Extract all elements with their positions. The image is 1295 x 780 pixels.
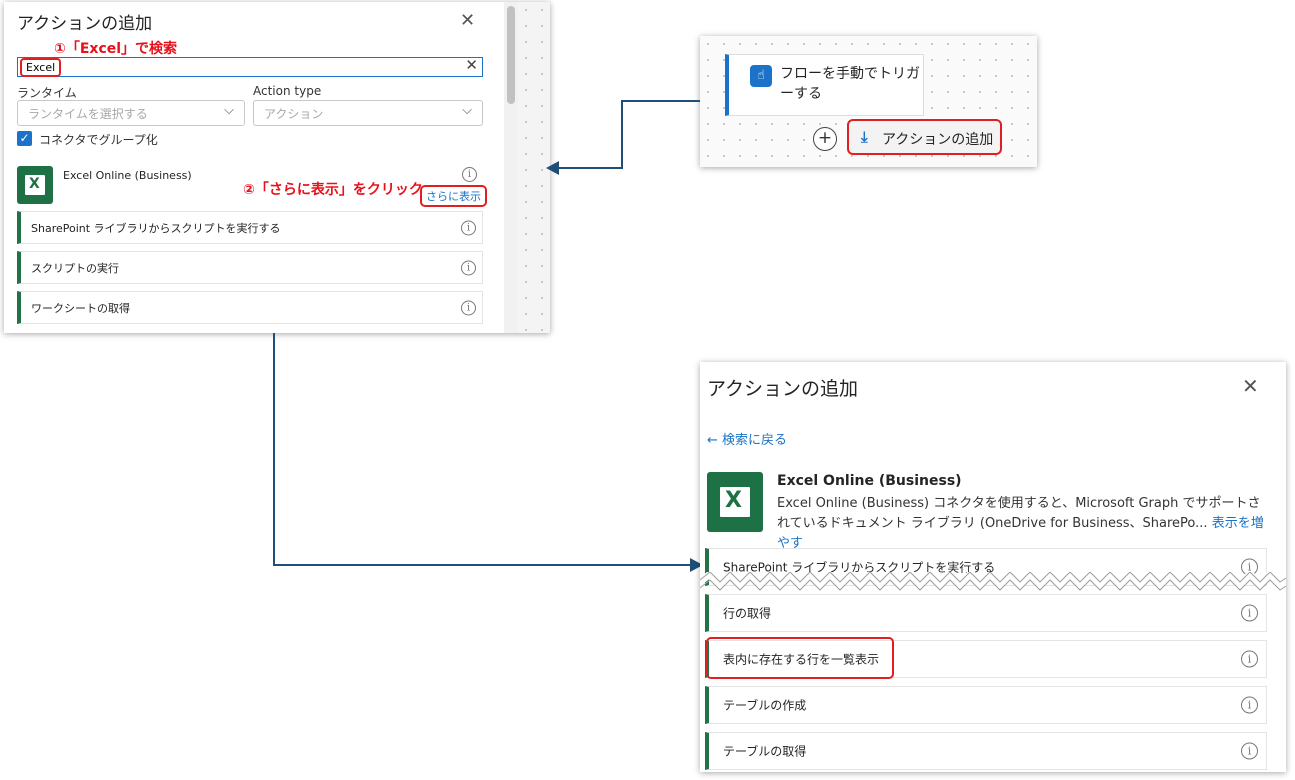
arrow-line bbox=[273, 564, 691, 566]
arrow-line bbox=[621, 100, 623, 169]
close-icon[interactable]: ✕ bbox=[460, 10, 475, 31]
info-icon[interactable]: i bbox=[1241, 696, 1258, 714]
arrow-line bbox=[556, 167, 623, 169]
annotation-search-step: ①「Excel」で検索 bbox=[54, 41, 178, 57]
clear-search-icon[interactable]: ✕ bbox=[465, 56, 478, 74]
action-row-get-tables[interactable]: テーブルの取得 i bbox=[705, 732, 1267, 770]
action-label: スクリプトの実行 bbox=[31, 261, 119, 275]
group-by-connector-checkbox[interactable]: ✓ bbox=[17, 131, 32, 146]
runtime-dropdown[interactable]: ランタイムを選択する ⌵ bbox=[17, 100, 245, 126]
info-icon[interactable]: i bbox=[1241, 650, 1258, 668]
info-icon[interactable]: i bbox=[462, 167, 477, 182]
panel-title: アクションの追加 bbox=[17, 14, 153, 34]
action-label: SharePoint ライブラリからスクリプトを実行する bbox=[31, 221, 281, 235]
add-action-label: アクションの追加 bbox=[882, 132, 994, 148]
insert-action-icon: ⤓ bbox=[861, 128, 868, 146]
connector-name: Excel Online (Business) bbox=[63, 169, 192, 182]
back-to-search-link[interactable]: ← 検索に戻る bbox=[707, 429, 787, 448]
connector-description-text: Excel Online (Business) コネクタを使用すると、Micro… bbox=[777, 496, 1261, 531]
runtime-label: ランタイム bbox=[17, 86, 77, 100]
manual-trigger-icon: ☝ bbox=[750, 65, 772, 87]
scrollbar-thumb[interactable] bbox=[507, 6, 515, 104]
runtime-placeholder: ランタイムを選択する bbox=[28, 107, 148, 121]
arrow-line bbox=[273, 333, 275, 566]
action-row-get-rows[interactable]: 行の取得 i bbox=[705, 594, 1267, 632]
excel-icon: X bbox=[17, 166, 53, 204]
info-icon[interactable]: i bbox=[461, 220, 476, 235]
info-icon[interactable]: i bbox=[1241, 604, 1258, 622]
action-type-placeholder: アクション bbox=[264, 107, 324, 121]
arrow-line bbox=[622, 100, 700, 102]
excel-icon: X bbox=[707, 472, 763, 532]
show-more-link[interactable]: さらに表示 bbox=[420, 185, 487, 207]
annotation-more-step: ②「さらに表示」をクリック bbox=[243, 182, 423, 198]
action-label: テーブルの取得 bbox=[723, 744, 807, 759]
arrow-head-left-icon bbox=[546, 161, 559, 175]
add-action-panel-connector: アクションの追加 ✕ ← 検索に戻る X Excel Online (Busin… bbox=[700, 362, 1286, 772]
info-icon[interactable]: i bbox=[461, 300, 476, 315]
manual-trigger-card[interactable]: ☝ フローを手動でトリガーする bbox=[725, 54, 924, 116]
action-row-get-worksheets[interactable]: ワークシートの取得 i bbox=[17, 291, 483, 324]
action-label: 行の取得 bbox=[723, 606, 772, 621]
search-value-highlight: Excel bbox=[20, 58, 62, 77]
flow-designer-canvas: ☝ フローを手動でトリガーする + ⤓ アクションの追加 bbox=[700, 36, 1037, 167]
panel-scrollbar[interactable] bbox=[504, 2, 518, 333]
action-label: ワークシートの取得 bbox=[31, 301, 130, 315]
trigger-label: フローを手動でトリガーする bbox=[780, 66, 920, 102]
action-label: テーブルの作成 bbox=[723, 698, 807, 713]
add-step-plus-icon[interactable]: + bbox=[813, 127, 837, 151]
info-icon[interactable]: i bbox=[461, 260, 476, 275]
action-type-label: Action type bbox=[253, 84, 322, 98]
search-input[interactable]: Excel ✕ bbox=[17, 56, 483, 77]
add-action-panel-search: アクションの追加 ✕ ①「Excel」で検索 Excel ✕ ランタイム ランタ… bbox=[4, 2, 550, 333]
group-by-connector-label: コネクタでグループ化 bbox=[39, 133, 158, 147]
action-type-dropdown[interactable]: アクション ⌵ bbox=[253, 100, 483, 126]
add-action-button[interactable]: ⤓ アクションの追加 bbox=[847, 119, 1002, 155]
action-row-run-script[interactable]: スクリプトの実行 i bbox=[17, 251, 483, 284]
connector-name: Excel Online (Business) bbox=[777, 473, 962, 489]
chevron-down-icon: ⌵ bbox=[224, 103, 234, 118]
panel-title: アクションの追加 bbox=[707, 378, 859, 400]
action-row-create-table[interactable]: テーブルの作成 i bbox=[705, 686, 1267, 724]
connector-description: Excel Online (Business) コネクタを使用すると、Micro… bbox=[777, 494, 1272, 554]
action-row-run-sharepoint-script[interactable]: SharePoint ライブラリからスクリプトを実行する i bbox=[17, 211, 483, 244]
selected-action-highlight bbox=[706, 637, 894, 679]
close-icon[interactable]: ✕ bbox=[1242, 374, 1259, 398]
chevron-down-icon: ⌵ bbox=[462, 103, 472, 118]
info-icon[interactable]: i bbox=[1241, 742, 1258, 760]
